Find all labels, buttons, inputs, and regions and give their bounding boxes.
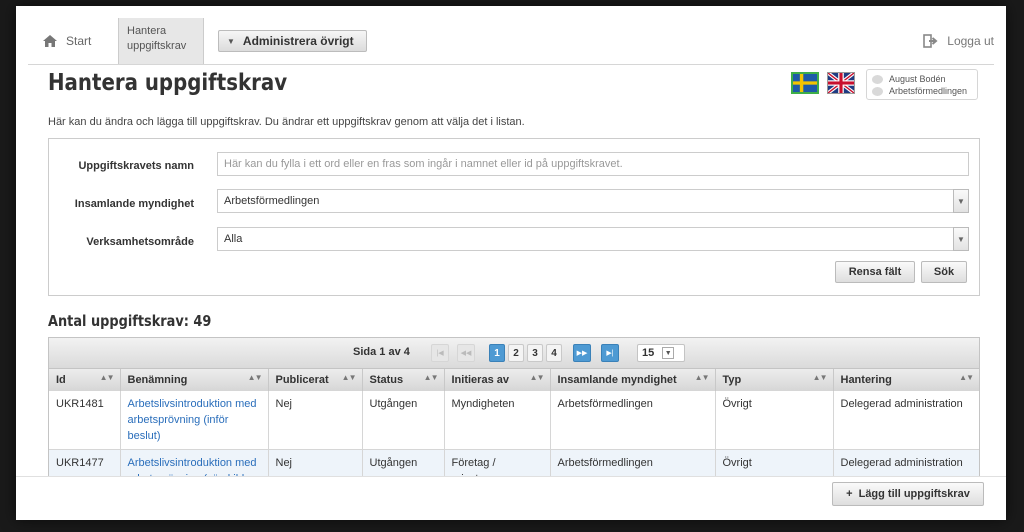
page-1-button[interactable]: 1 xyxy=(489,344,505,362)
logout-button[interactable]: Logga ut xyxy=(923,34,994,48)
authority-label: Insamlande myndighet xyxy=(74,198,194,210)
page-info: Sida 1 av 4 xyxy=(353,346,410,358)
first-page-icon[interactable]: |◀ xyxy=(431,344,449,362)
chevron-down-icon[interactable]: ▼ xyxy=(953,227,969,251)
logout-label: Logga ut xyxy=(947,34,994,48)
language-switcher xyxy=(791,72,855,94)
next-page-icon[interactable]: ▶▶ xyxy=(573,344,591,362)
english-flag-icon[interactable] xyxy=(827,72,855,94)
chevron-down-icon: ▼ xyxy=(662,347,675,359)
avatar-icon xyxy=(872,75,883,84)
column-header-id[interactable]: Id ▲▼ xyxy=(49,369,121,391)
sort-icon: ▲▼ xyxy=(529,373,545,382)
add-requirement-button[interactable]: + Lägg till uppgiftskrav xyxy=(832,482,984,506)
cell-id: UKR1481 xyxy=(49,390,121,450)
page-4-button[interactable]: 4 xyxy=(546,344,562,362)
table-header-row: Id ▲▼ Benämning ▲▼ Publicerat ▲▼ Status ▲▼ I… xyxy=(49,369,979,391)
column-header-typ[interactable]: Typ ▲▼ xyxy=(715,369,834,391)
last-page-icon[interactable]: ▶| xyxy=(601,344,619,362)
sort-icon: ▲▼ xyxy=(959,373,974,382)
page-title: Hantera uppgiftskrav xyxy=(48,70,288,96)
search-form: Uppgiftskravets namn Här kan du fylla i … xyxy=(48,138,980,296)
rows-per-page-select[interactable]: 15 ▼ xyxy=(637,344,685,362)
sort-icon: ▲▼ xyxy=(423,373,439,382)
search-button[interactable]: Sök xyxy=(921,261,967,283)
cell-published: Nej xyxy=(268,390,363,450)
intro-text: Här kan du ändra och lägga till uppgifts… xyxy=(48,116,525,128)
cell-status: Utgången xyxy=(362,390,445,450)
column-header-initieras-av[interactable]: Initieras av ▲▼ xyxy=(444,369,551,391)
logout-icon xyxy=(923,34,938,48)
cell-authority: Arbetsförmedlingen xyxy=(550,390,716,450)
name-search-input[interactable]: Här kan du fylla i ett ord eller en fras… xyxy=(217,152,969,176)
column-header-benamning[interactable]: Benämning ▲▼ xyxy=(120,369,269,391)
name-label: Uppgiftskravets namn xyxy=(78,160,194,172)
area-label: Verksamhetsområde xyxy=(86,236,194,248)
page-2-button[interactable]: 2 xyxy=(508,344,524,362)
rows-per-page-value: 15 xyxy=(642,347,655,359)
plus-icon: + xyxy=(846,488,853,500)
admin-menu-label: Administrera övrigt xyxy=(242,34,354,48)
top-navigation: Start Hantera uppgiftskrav ▼ Administrer… xyxy=(28,18,994,65)
column-header-insamlande-myndighet[interactable]: Insamlande myndighet ▲▼ xyxy=(550,369,716,391)
previous-page-icon[interactable]: ◀◀ xyxy=(457,344,475,362)
column-header-status[interactable]: Status ▲▼ xyxy=(362,369,445,391)
dropdown-arrow-icon[interactable]: ▼ xyxy=(953,189,969,213)
user-organization: Arbetsförmedlingen xyxy=(889,86,968,96)
column-header-publicerat[interactable]: Publicerat ▲▼ xyxy=(268,369,363,391)
sort-icon: ▲▼ xyxy=(99,373,115,382)
start-label: Start xyxy=(66,34,92,48)
sort-icon: ▲▼ xyxy=(247,373,263,382)
column-header-hantering[interactable]: Hantering ▲▼ xyxy=(833,369,979,391)
authority-select[interactable]: Arbetsförmedlingen ▼ xyxy=(217,189,969,213)
cell-initiated-by: Myndigheten xyxy=(444,390,551,450)
user-name: August Bodén xyxy=(889,74,946,84)
sort-icon: ▲▼ xyxy=(341,373,357,382)
tab-hantera-uppgiftskrav[interactable]: Hantera uppgiftskrav xyxy=(118,18,204,64)
administrera-ovrigt-menu[interactable]: ▼ Administrera övrigt xyxy=(218,30,367,52)
clear-fields-button[interactable]: Rensa fält xyxy=(835,261,915,283)
sort-icon: ▲▼ xyxy=(694,373,710,382)
cell-handling: Delegerad administration xyxy=(833,390,979,450)
result-count: Antal uppgiftskrav: 49 xyxy=(48,312,212,330)
app-window: Start Hantera uppgiftskrav ▼ Administrer… xyxy=(16,6,1006,520)
cell-type: Övrigt xyxy=(715,390,834,450)
swedish-flag-icon[interactable] xyxy=(791,72,819,94)
requirement-link[interactable]: Arbetslivsintroduktion med arbetsprövnin… xyxy=(128,398,257,442)
add-requirement-label: Lägg till uppgiftskrav xyxy=(858,488,970,500)
authority-value: Arbetsförmedlingen xyxy=(224,195,320,207)
home-icon xyxy=(43,35,57,47)
cell-name: Arbetslivsintroduktion med arbetsprövnin… xyxy=(120,390,269,450)
table-row[interactable]: UKR1481 Arbetslivsintroduktion med arbet… xyxy=(49,390,979,450)
caret-down-icon: ▼ xyxy=(227,36,235,46)
user-info[interactable]: August Bodén Arbetsförmedlingen xyxy=(866,69,978,100)
pagination-bar: Sida 1 av 4 |◀ ◀◀ 1 2 3 4 ▶▶ ▶| 15 ▼ xyxy=(49,338,979,369)
start-link[interactable]: Start xyxy=(42,34,91,48)
sort-icon: ▲▼ xyxy=(812,373,828,382)
organization-icon xyxy=(872,87,883,96)
area-select[interactable]: Alla ▼ xyxy=(217,227,969,251)
page-3-button[interactable]: 3 xyxy=(527,344,543,362)
area-value: Alla xyxy=(224,233,243,245)
